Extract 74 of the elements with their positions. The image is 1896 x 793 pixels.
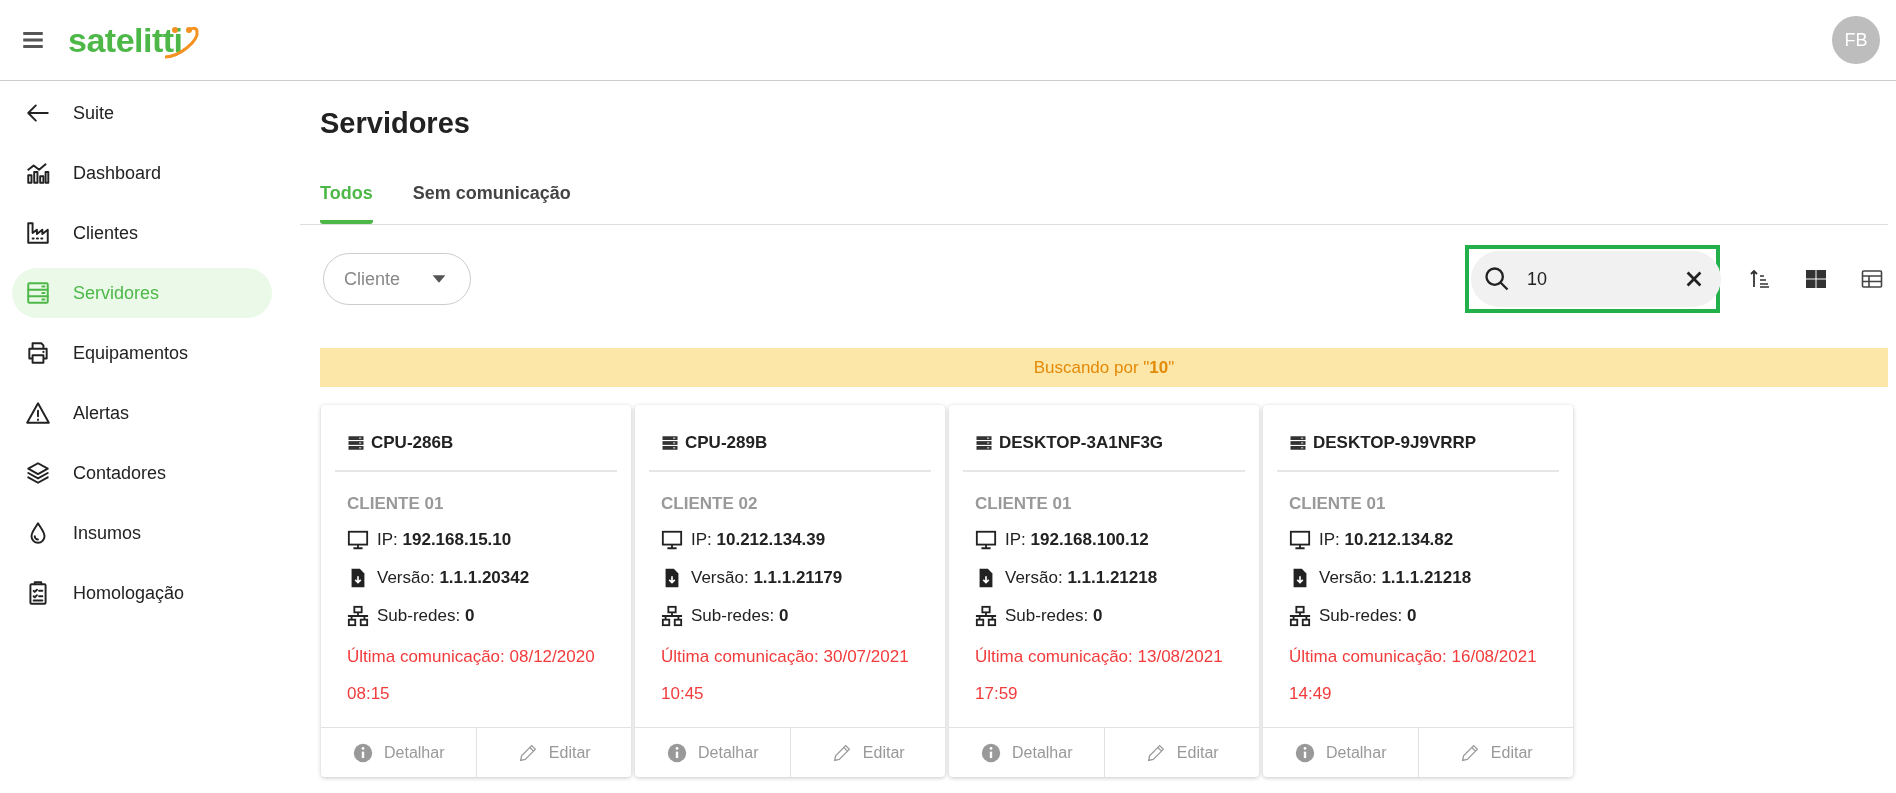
client-name: CLIENTE 01 [347,494,445,514]
server-icon [975,433,993,452]
details-button[interactable]: Detalhar [321,728,476,777]
info-icon [1294,741,1316,764]
network-icon [975,605,997,627]
network-icon [661,605,683,627]
client-name: CLIENTE 01 [1289,494,1387,514]
info-text: Sub-redes: 0 [377,606,475,626]
server-name: DESKTOP-3A1NF3G [999,432,1164,453]
grid-icon [1804,267,1828,291]
info-icon [666,741,688,764]
details-button[interactable]: Detalhar [635,728,790,777]
server-name: CPU-289B [685,432,768,453]
details-button[interactable]: Detalhar [1263,728,1418,777]
layers-icon [25,460,51,486]
monitor-icon [661,529,683,551]
info-text: Sub-redes: 0 [1319,606,1417,626]
sidebar-item[interactable]: Equipamentos [12,328,272,378]
search-banner: Buscando por "10" [320,348,1888,387]
sidebar-item[interactable]: Alertas [12,388,272,438]
sidebar-item[interactable]: Clientes [12,208,272,258]
details-button[interactable]: Detalhar [949,728,1104,777]
client-name: CLIENTE 01 [975,494,1073,514]
edit-button[interactable]: Editar [789,728,945,777]
network-icon [1289,605,1311,627]
server-name: CPU-286B [371,432,454,453]
server-icon [25,280,51,306]
search-icon [1483,265,1511,293]
search-input[interactable]: 10 [1525,267,1665,291]
server-icon [347,433,365,452]
avatar[interactable]: FB [1832,16,1880,64]
server-icon [1289,433,1307,452]
info-text: IP: 192.168.100.12 [1005,530,1149,550]
sidebar-item[interactable]: Contadores [12,448,272,498]
last-communication: Última comunicação: 16/08/2021 14:49 [1289,646,1538,705]
last-communication: Última comunicação: 30/07/2021 10:45 [661,646,910,705]
server-icon [661,433,679,452]
edit-button[interactable]: Editar [1417,728,1573,777]
edit-button[interactable]: Editar [1103,728,1259,777]
warning-icon [25,400,51,426]
info-icon [980,741,1002,764]
info-text: Versão: 1.1.1.21218 [1005,568,1158,588]
factory-icon [25,220,51,246]
info-text: Sub-redes: 0 [1005,606,1103,626]
sidebar-item[interactable]: Dashboard [12,148,272,198]
table-icon [1860,267,1884,291]
sidebar-item[interactable]: Insumos [12,508,272,558]
printer-icon [25,340,51,366]
info-text: Sub-redes: 0 [691,606,789,626]
monitor-icon [975,529,997,551]
sidebar-item[interactable]: Suite [12,88,272,138]
info-text: Versão: 1.1.1.21179 [691,568,843,588]
last-communication: Última comunicação: 13/08/2021 17:59 [975,646,1224,705]
info-text: IP: 192.168.15.10 [377,530,512,550]
client-dropdown[interactable]: Cliente [323,253,472,305]
edit-button[interactable]: Editar [475,728,631,777]
network-icon [347,605,369,627]
info-icon [352,741,374,764]
info-text: Versão: 1.1.1.20342 [377,568,530,588]
last-communication: Última comunicação: 08/12/2020 08:15 [347,646,596,705]
sidebar-item[interactable]: Homologação [12,568,272,618]
chart-icon [25,160,51,186]
page-title: Servidores [320,107,471,140]
monitor-icon [1289,529,1311,551]
monitor-icon [347,529,369,551]
tab[interactable]: Todos [320,183,373,224]
server-name: DESKTOP-9J9VRRP [1313,432,1477,453]
client-name: CLIENTE 02 [661,494,759,514]
tab[interactable]: Sem comunicação [412,183,571,224]
info-text: IP: 10.212.134.82 [1319,530,1454,550]
info-text: Versão: 1.1.1.21218 [1319,568,1472,588]
sort-icon [1748,267,1772,291]
sidebar-item[interactable]: Servidores [12,268,272,318]
info-text: IP: 10.212.134.39 [691,530,826,550]
